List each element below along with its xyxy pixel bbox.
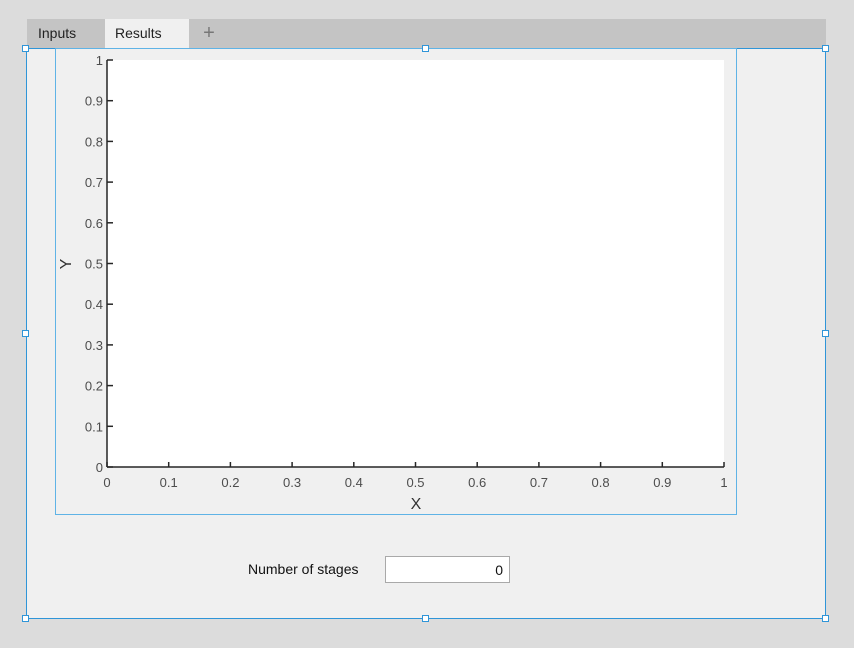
y-tick-label: 0.2 — [85, 379, 103, 394]
x-tick-label: 0.9 — [653, 475, 671, 490]
y-tick-label: 0.4 — [85, 297, 103, 312]
y-tick-label: 0.6 — [85, 216, 103, 231]
resize-handle-middle-left[interactable] — [22, 330, 29, 337]
y-tick-label: 0.9 — [85, 94, 103, 109]
x-tick-label: 0.7 — [530, 475, 548, 490]
resize-handle-top-left[interactable] — [22, 45, 29, 52]
number-of-stages-field[interactable] — [385, 556, 510, 583]
y-axis-label: Y — [58, 258, 75, 269]
x-tick-label: 0.2 — [221, 475, 239, 490]
resize-handle-bottom-center[interactable] — [422, 615, 429, 622]
x-tick-label: 1 — [720, 475, 727, 490]
y-tick-label: 1 — [96, 53, 103, 68]
x-tick-label: 0.6 — [468, 475, 486, 490]
x-tick-label: 0.4 — [345, 475, 363, 490]
y-tick-label: 0.3 — [85, 338, 103, 353]
x-axis-label: X — [411, 496, 422, 513]
plot-area — [107, 60, 724, 467]
x-tick-label: 0 — [103, 475, 110, 490]
x-tick-label: 0.5 — [406, 475, 424, 490]
resize-handle-top-right[interactable] — [822, 45, 829, 52]
resize-handle-top-center[interactable] — [422, 45, 429, 52]
x-tick-label: 0.3 — [283, 475, 301, 490]
resize-handle-middle-right[interactable] — [822, 330, 829, 337]
y-tick-label: 0.7 — [85, 175, 103, 190]
x-tick-label: 0.1 — [160, 475, 178, 490]
y-tick-label: 0.8 — [85, 134, 103, 149]
x-tick-label: 0.8 — [592, 475, 610, 490]
y-tick-label: 0 — [96, 460, 103, 475]
y-tick-label: 0.1 — [85, 419, 103, 434]
resize-handle-bottom-right[interactable] — [822, 615, 829, 622]
y-tick-label: 0.5 — [85, 257, 103, 272]
resize-handle-bottom-left[interactable] — [22, 615, 29, 622]
number-of-stages-label: Number of stages — [248, 561, 359, 577]
plot-axes: 0 0.1 0.2 0.3 0.4 0.5 0.6 0.7 0.8 0.9 1 0 0.1 0.2 0.3 0… — [58, 53, 728, 513]
